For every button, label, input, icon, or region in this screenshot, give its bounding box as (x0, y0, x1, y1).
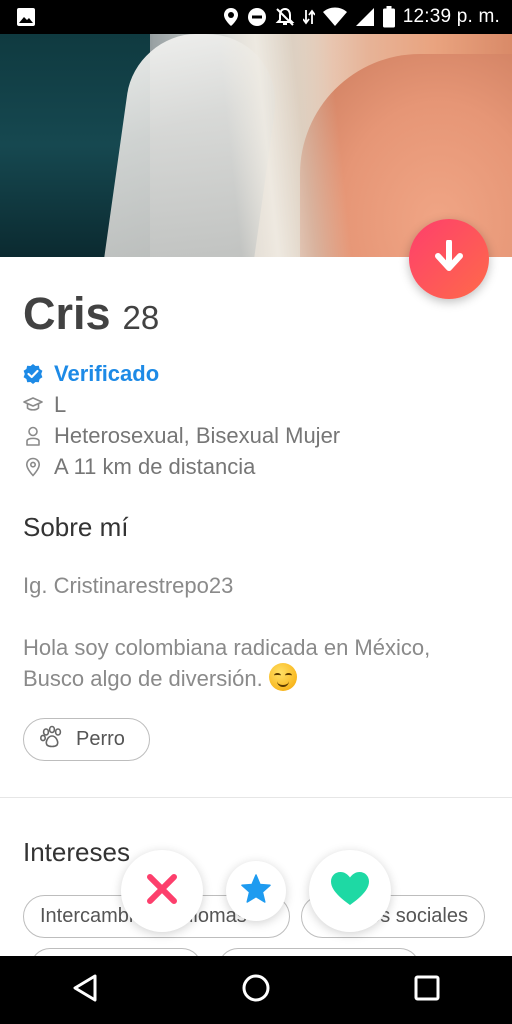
verified-label: Verificado (54, 360, 160, 386)
clock: 12:39 p. m. (402, 6, 500, 27)
home-circle-icon (241, 973, 271, 1008)
location-pin-icon (22, 456, 44, 478)
system-navigation-bar (0, 956, 512, 1024)
pet-chip: Perro (23, 718, 150, 761)
recents-button[interactable] (397, 960, 457, 1020)
image-icon (16, 7, 36, 27)
location-icon (223, 7, 239, 27)
heart-icon (330, 871, 370, 912)
profile-header: Cris 28 (23, 288, 159, 340)
profile-info-list: Verificado L Heterosexual, Bisexual Muje… (22, 358, 492, 482)
section-divider (0, 797, 512, 798)
distance-row: A 11 km de distancia (22, 451, 492, 482)
star-icon (240, 873, 272, 910)
arrow-down-icon (433, 238, 465, 279)
like-button[interactable] (309, 850, 391, 932)
about-title: Sobre mí (23, 512, 129, 542)
profile-name: Cris (23, 288, 111, 339)
recents-square-icon (414, 975, 440, 1006)
super-like-button[interactable] (226, 861, 286, 921)
bio-line-instagram: Ig. Cristinarestrepo23 (23, 573, 234, 598)
verified-row: Verificado (22, 358, 492, 389)
person-icon (22, 425, 44, 447)
relieved-face-emoji (268, 663, 297, 691)
orientation-row: Heterosexual, Bisexual Mujer (22, 420, 492, 451)
signal-icon (355, 7, 375, 27)
verified-badge-icon (22, 363, 44, 385)
battery-icon (382, 6, 395, 28)
close-icon (144, 871, 180, 912)
do-not-disturb-icon (247, 7, 267, 27)
collapse-profile-button[interactable] (409, 219, 489, 299)
distance-text: A 11 km de distancia (54, 453, 256, 479)
nope-button[interactable] (121, 850, 203, 932)
school-row: L (22, 389, 492, 420)
back-button[interactable] (55, 960, 115, 1020)
wifi-icon (322, 7, 347, 27)
bio-line-description: Hola soy colombiana radicada en México, … (23, 635, 431, 691)
school-text: L (54, 391, 67, 417)
interests-title: Intereses (23, 837, 130, 867)
orientation-text: Heterosexual, Bisexual Mujer (54, 422, 341, 448)
graduation-cap-icon (22, 394, 44, 416)
back-triangle-icon (72, 974, 98, 1007)
data-icon (302, 7, 315, 27)
bio-text: Ig. Cristinarestrepo23 Hola soy colombia… (23, 570, 493, 694)
paw-icon (39, 725, 64, 755)
status-bar: 12:39 p. m. (0, 0, 512, 34)
pet-label: Perro (76, 728, 125, 750)
profile-age: 28 (122, 299, 160, 336)
notifications-off-icon (275, 7, 295, 27)
home-button[interactable] (226, 960, 286, 1020)
